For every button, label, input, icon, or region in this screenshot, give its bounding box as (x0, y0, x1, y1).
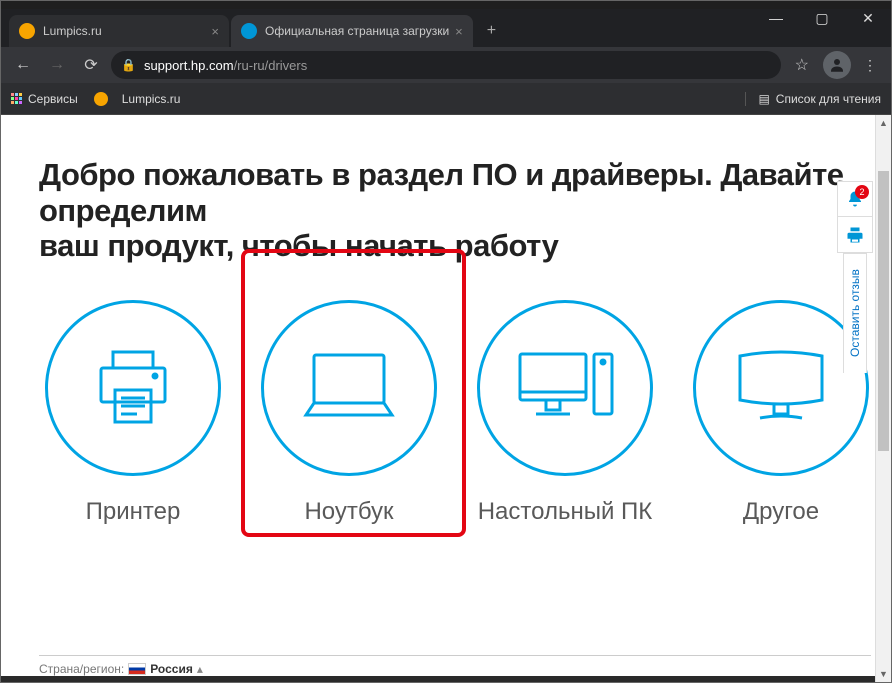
category-printer[interactable]: Принтер (39, 300, 227, 527)
notifications-button[interactable]: 2 (837, 181, 873, 217)
category-laptop[interactable]: Ноутбук (255, 300, 443, 527)
close-tab-button[interactable]: × (455, 24, 463, 39)
maximize-button[interactable]: ▢ (799, 1, 845, 35)
category-label: Настольный ПК (478, 498, 653, 527)
apps-grid-icon (11, 93, 22, 104)
reading-list-icon: ▤ (758, 92, 769, 106)
tab-title: Официальная страница загрузки (265, 24, 449, 38)
desktop-icon (477, 300, 653, 476)
bottom-edge (1, 676, 875, 682)
minimize-button[interactable]: — (753, 1, 799, 35)
close-tab-button[interactable]: × (211, 24, 219, 39)
forward-button[interactable]: → (43, 51, 71, 79)
page-content: Добро пожаловать в раздел ПО и драйверы.… (1, 115, 891, 682)
bookmark-label: Lumpics.ru (122, 92, 181, 106)
scroll-up-button[interactable]: ▲ (876, 115, 891, 131)
laptop-icon (261, 300, 437, 476)
bookmarks-bar: Сервисы Lumpics.ru ▤ Список для чтения (1, 83, 891, 115)
kebab-menu-button[interactable]: ⋮ (857, 57, 883, 74)
chevron-up-icon: ▴ (197, 662, 203, 676)
scroll-down-button[interactable]: ▼ (876, 666, 891, 682)
region-selector[interactable]: Страна/регион: Россия ▴ (39, 662, 203, 676)
close-window-button[interactable]: ✕ (845, 1, 891, 35)
category-desktop[interactable]: Настольный ПК (471, 300, 659, 527)
titlebar: — ▢ ✕ (1, 1, 891, 9)
address-bar[interactable]: 🔒 support.hp.com/ru-ru/drivers (111, 51, 781, 79)
reading-list-label: Список для чтения (776, 92, 881, 106)
category-label: Принтер (86, 498, 181, 527)
new-tab-button[interactable]: + (475, 22, 508, 40)
page-heading: Добро пожаловать в раздел ПО и драйверы.… (39, 157, 881, 264)
lumpics-bookmark[interactable]: Lumpics.ru (94, 92, 181, 106)
bookmark-star-button[interactable]: ☆ (787, 55, 817, 75)
reload-button[interactable]: ⟳ (77, 51, 105, 79)
category-label: Другое (743, 498, 819, 527)
lock-icon: 🔒 (121, 58, 136, 72)
apps-bookmark[interactable]: Сервисы (11, 92, 78, 106)
feedback-button[interactable]: Оставить отзыв (843, 253, 867, 373)
side-widgets: 2 Оставить отзыв (837, 181, 873, 373)
tab-title: Lumpics.ru (43, 24, 205, 38)
back-button[interactable]: ← (9, 51, 37, 79)
profile-avatar-button[interactable] (823, 51, 851, 79)
url-domain: support.hp.com (144, 58, 234, 73)
divider (39, 655, 871, 656)
region-value: Россия (150, 662, 193, 676)
region-label: Страна/регион: (39, 662, 124, 676)
reading-list-button[interactable]: ▤ Список для чтения (745, 92, 881, 106)
bookmark-label: Сервисы (28, 92, 78, 106)
hp-favicon-icon (241, 23, 257, 39)
tab-lumpics[interactable]: Lumpics.ru × (9, 15, 229, 47)
product-categories: Принтер Ноутбук (39, 300, 881, 527)
url-bar: ← → ⟳ 🔒 support.hp.com/ru-ru/drivers ☆ ⋮ (1, 47, 891, 83)
side-print-button[interactable] (837, 217, 873, 253)
lumpics-favicon-icon (19, 23, 35, 39)
category-label: Ноутбук (304, 498, 393, 527)
printer-icon (45, 300, 221, 476)
scrollbar-track[interactable] (876, 131, 891, 666)
vertical-scrollbar[interactable]: ▲ ▼ (875, 115, 891, 682)
url-path: /ru-ru/drivers (234, 58, 308, 73)
notification-badge: 2 (855, 185, 869, 199)
scrollbar-thumb[interactable] (878, 171, 889, 451)
tab-hp-support[interactable]: Официальная страница загрузки × (231, 15, 473, 47)
russia-flag-icon (128, 663, 146, 675)
lumpics-favicon-icon (94, 92, 108, 106)
